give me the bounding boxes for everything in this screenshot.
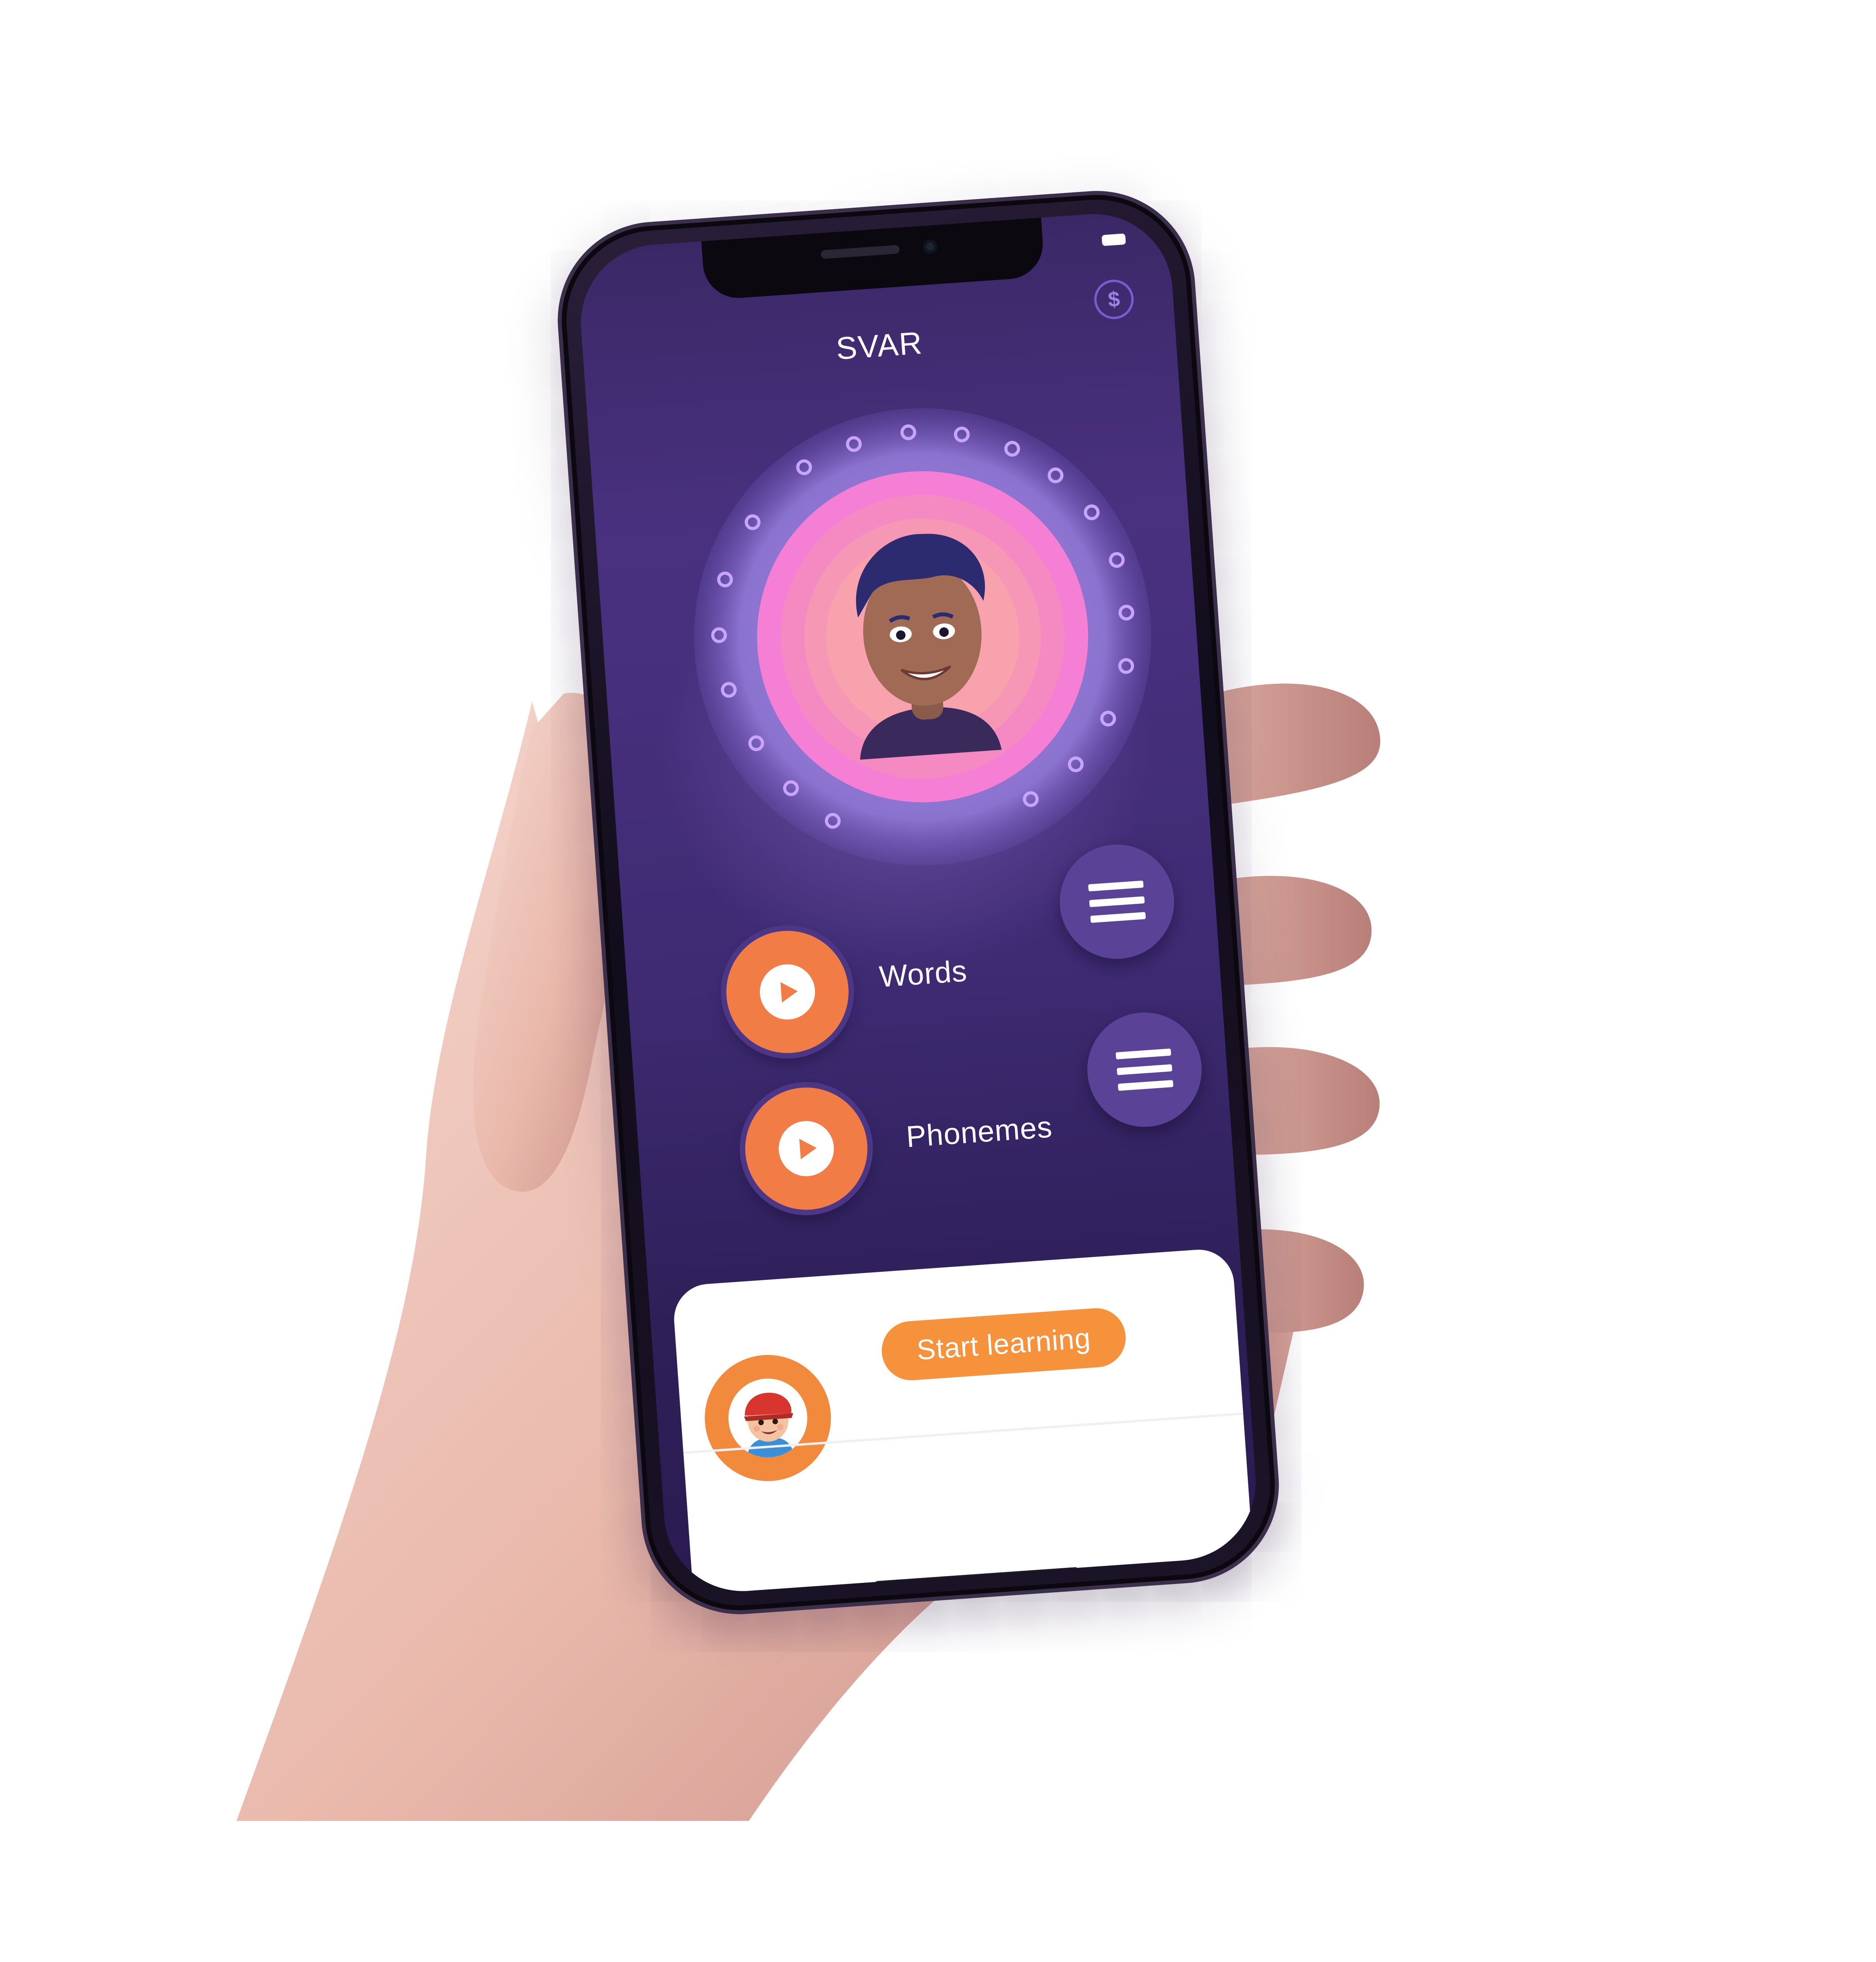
front-camera	[922, 239, 938, 255]
bottom-sheet: Start learning	[672, 1247, 1255, 1597]
tutor-avatar-graphic	[694, 408, 1151, 866]
tutor-avatar-ring	[670, 384, 1175, 889]
app-title: SVAR	[835, 325, 924, 367]
words-play-button[interactable]	[722, 927, 853, 1057]
kid-avatar[interactable]	[700, 1351, 836, 1485]
phone-device: SVAR $ Words Phonemes Start learning	[551, 184, 1286, 1621]
home-indicator[interactable]	[874, 1567, 1079, 1588]
hamburger-menu-icon	[1115, 1048, 1174, 1091]
battery-icon	[1101, 233, 1126, 246]
phonemes-label: Phonemes	[905, 1110, 1053, 1154]
app-screen: SVAR $ Words Phonemes Start learning	[575, 208, 1261, 1597]
play-icon	[758, 962, 817, 1022]
phone-notch	[701, 218, 1045, 300]
speaker-grille	[820, 245, 900, 259]
words-label: Words	[878, 954, 968, 994]
play-icon	[777, 1119, 836, 1178]
phonemes-play-button[interactable]	[741, 1083, 872, 1214]
start-learning-button[interactable]: Start learning	[880, 1306, 1128, 1383]
exercise-row-phonemes: Phonemes	[635, 1009, 1235, 1225]
coin-symbol: $	[1107, 287, 1121, 312]
hamburger-menu-icon	[1088, 880, 1146, 923]
